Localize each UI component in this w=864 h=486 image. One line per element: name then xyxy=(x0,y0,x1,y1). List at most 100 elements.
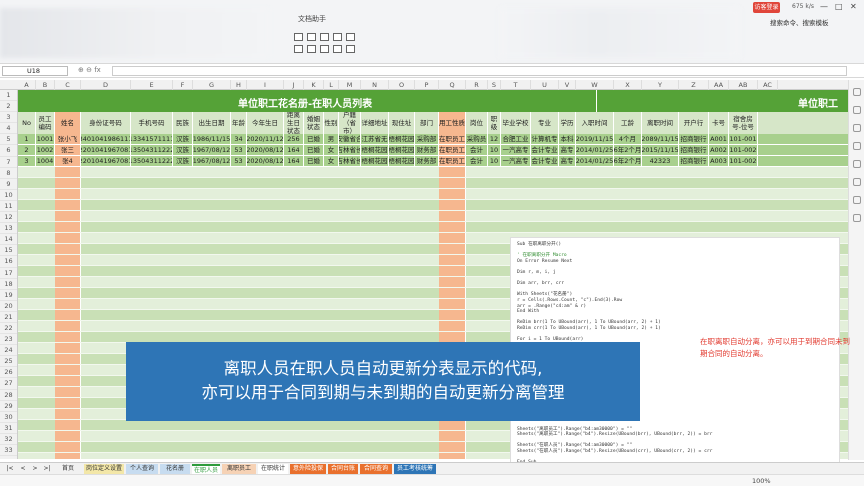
side-tool-icon[interactable] xyxy=(852,142,861,150)
row-header[interactable]: 17 xyxy=(0,268,17,279)
table-cell[interactable]: 梧桐花园 xyxy=(361,145,389,155)
column-header[interactable]: U xyxy=(531,80,559,90)
side-tool-icon[interactable] xyxy=(852,124,861,132)
empty-cell[interactable] xyxy=(439,178,466,188)
table-cell[interactable]: 164 xyxy=(284,156,304,166)
column-header[interactable]: X xyxy=(614,80,642,90)
row-header[interactable]: 20 xyxy=(0,301,17,312)
table-cell[interactable]: 10 xyxy=(488,145,501,155)
table-cell[interactable]: 13504311222 xyxy=(131,156,173,166)
empty-row[interactable] xyxy=(18,222,848,233)
table-cell[interactable]: A003 xyxy=(709,156,729,166)
table-cell[interactable]: 本科 xyxy=(559,134,576,144)
column-header[interactable]: Y xyxy=(642,80,679,90)
row-header[interactable]: 8 xyxy=(0,168,17,179)
table-cell[interactable]: 2020/08/12 xyxy=(247,145,284,155)
table-cell[interactable]: 164 xyxy=(284,145,304,155)
maximize-icon[interactable]: □ xyxy=(835,2,843,11)
column-header[interactable]: K xyxy=(304,80,324,90)
chart-icon[interactable] xyxy=(333,33,342,41)
empty-row[interactable] xyxy=(18,178,848,189)
table-cell[interactable]: 256 xyxy=(284,134,304,144)
table-cell[interactable]: 在职员工 xyxy=(439,145,466,155)
table-cell[interactable]: 53 xyxy=(231,156,247,166)
table-cell[interactable]: 汉族 xyxy=(173,134,193,144)
sheet-tab[interactable]: 在职统计 xyxy=(258,464,288,474)
empty-row[interactable] xyxy=(18,211,848,222)
table-cell[interactable]: 1002 xyxy=(36,145,55,155)
print-icon[interactable] xyxy=(346,45,355,53)
table-cell[interactable]: 会计 xyxy=(466,156,488,166)
column-header[interactable]: S xyxy=(488,80,501,90)
table-cell[interactable]: 汉族 xyxy=(173,156,193,166)
fx-icon[interactable]: ⊕ ⊖ fx xyxy=(78,66,101,74)
table-cell[interactable]: 招商银行 xyxy=(679,156,709,166)
empty-cell[interactable] xyxy=(439,288,466,298)
table-cell[interactable]: 张三 xyxy=(55,145,81,155)
column-header[interactable]: L xyxy=(324,80,339,90)
row-header[interactable]: 15 xyxy=(0,245,17,257)
table-cell[interactable]: 合肥工业 xyxy=(501,134,531,144)
empty-cell[interactable] xyxy=(439,299,466,309)
empty-cell[interactable] xyxy=(439,255,466,265)
empty-cell[interactable] xyxy=(439,233,466,243)
empty-cell[interactable] xyxy=(55,233,81,243)
empty-cell[interactable] xyxy=(439,266,466,276)
column-header[interactable]: T xyxy=(501,80,531,90)
row-header[interactable]: 14 xyxy=(0,234,17,246)
column-header[interactable]: AB xyxy=(729,80,758,90)
row-header[interactable]: 28 xyxy=(0,390,17,401)
empty-cell[interactable] xyxy=(439,211,466,221)
table-cell[interactable]: 42323 xyxy=(642,156,679,166)
table-cell[interactable]: 男 xyxy=(324,134,339,144)
column-header[interactable]: B xyxy=(36,80,55,90)
formula-input[interactable] xyxy=(112,66,847,76)
row-header[interactable]: 23 xyxy=(0,334,17,346)
column-header[interactable]: M xyxy=(339,80,361,90)
image-icon[interactable] xyxy=(320,33,329,41)
table-cell[interactable]: 女 xyxy=(324,156,339,166)
table-cell[interactable]: 1004 xyxy=(36,156,55,166)
form-icon[interactable] xyxy=(320,45,329,53)
sheet-tab[interactable]: 岗位定义设置 xyxy=(84,464,124,474)
row-header[interactable]: 16 xyxy=(0,256,17,268)
empty-cell[interactable] xyxy=(55,277,81,287)
table-cell[interactable]: 汉族 xyxy=(173,145,193,155)
table-row[interactable]: 1 1001 张小飞 3401041986111 13341571111 汉族 1986/1… xyxy=(18,134,848,145)
empty-cell[interactable] xyxy=(55,178,81,188)
empty-cell[interactable] xyxy=(55,211,81,221)
column-header[interactable]: I xyxy=(247,80,284,90)
empty-cell[interactable] xyxy=(55,442,81,452)
table-cell[interactable]: 3401041986111 xyxy=(81,134,131,144)
row-header[interactable]: 32 xyxy=(0,434,17,445)
empty-row[interactable] xyxy=(18,167,848,178)
empty-cell[interactable] xyxy=(55,299,81,309)
table-cell[interactable]: 101-002 xyxy=(729,156,758,166)
table-cell[interactable]: 1967/08/12 xyxy=(193,156,231,166)
table-cell[interactable]: 2014/01/25 xyxy=(576,156,614,166)
table-cell[interactable]: 已婚 xyxy=(304,134,324,144)
column-header[interactable]: V xyxy=(559,80,576,90)
table-cell[interactable]: 会计专业 xyxy=(531,156,559,166)
empty-cell[interactable] xyxy=(439,431,466,441)
table-cell[interactable]: 计算机专 xyxy=(531,134,559,144)
column-header[interactable]: E xyxy=(131,80,173,90)
table-cell[interactable]: 在职员工 xyxy=(439,134,466,144)
empty-cell[interactable] xyxy=(55,189,81,199)
empty-cell[interactable] xyxy=(439,200,466,210)
sheet-tab[interactable]: 花名册 xyxy=(160,464,190,474)
table-cell[interactable]: 梧桐花园 xyxy=(389,145,415,155)
table-cell[interactable]: 1986/11/15 xyxy=(193,134,231,144)
row-header[interactable]: 21 xyxy=(0,312,17,323)
table-cell[interactable]: 安徽省合 xyxy=(339,134,361,144)
doc-icon[interactable] xyxy=(294,33,303,41)
column-header[interactable]: N xyxy=(361,80,389,90)
table-cell[interactable]: A002 xyxy=(709,145,729,155)
row-header[interactable]: 22 xyxy=(0,323,17,335)
table-cell[interactable]: 在职员工 xyxy=(439,156,466,166)
last-sheet-icon[interactable]: >| xyxy=(42,464,52,474)
table-cell[interactable]: 2201041967081 xyxy=(81,156,131,166)
column-header[interactable]: A xyxy=(18,80,36,90)
table-cell[interactable]: 2089/11/15 xyxy=(642,134,679,144)
table-cell[interactable]: 13504311222 xyxy=(131,145,173,155)
